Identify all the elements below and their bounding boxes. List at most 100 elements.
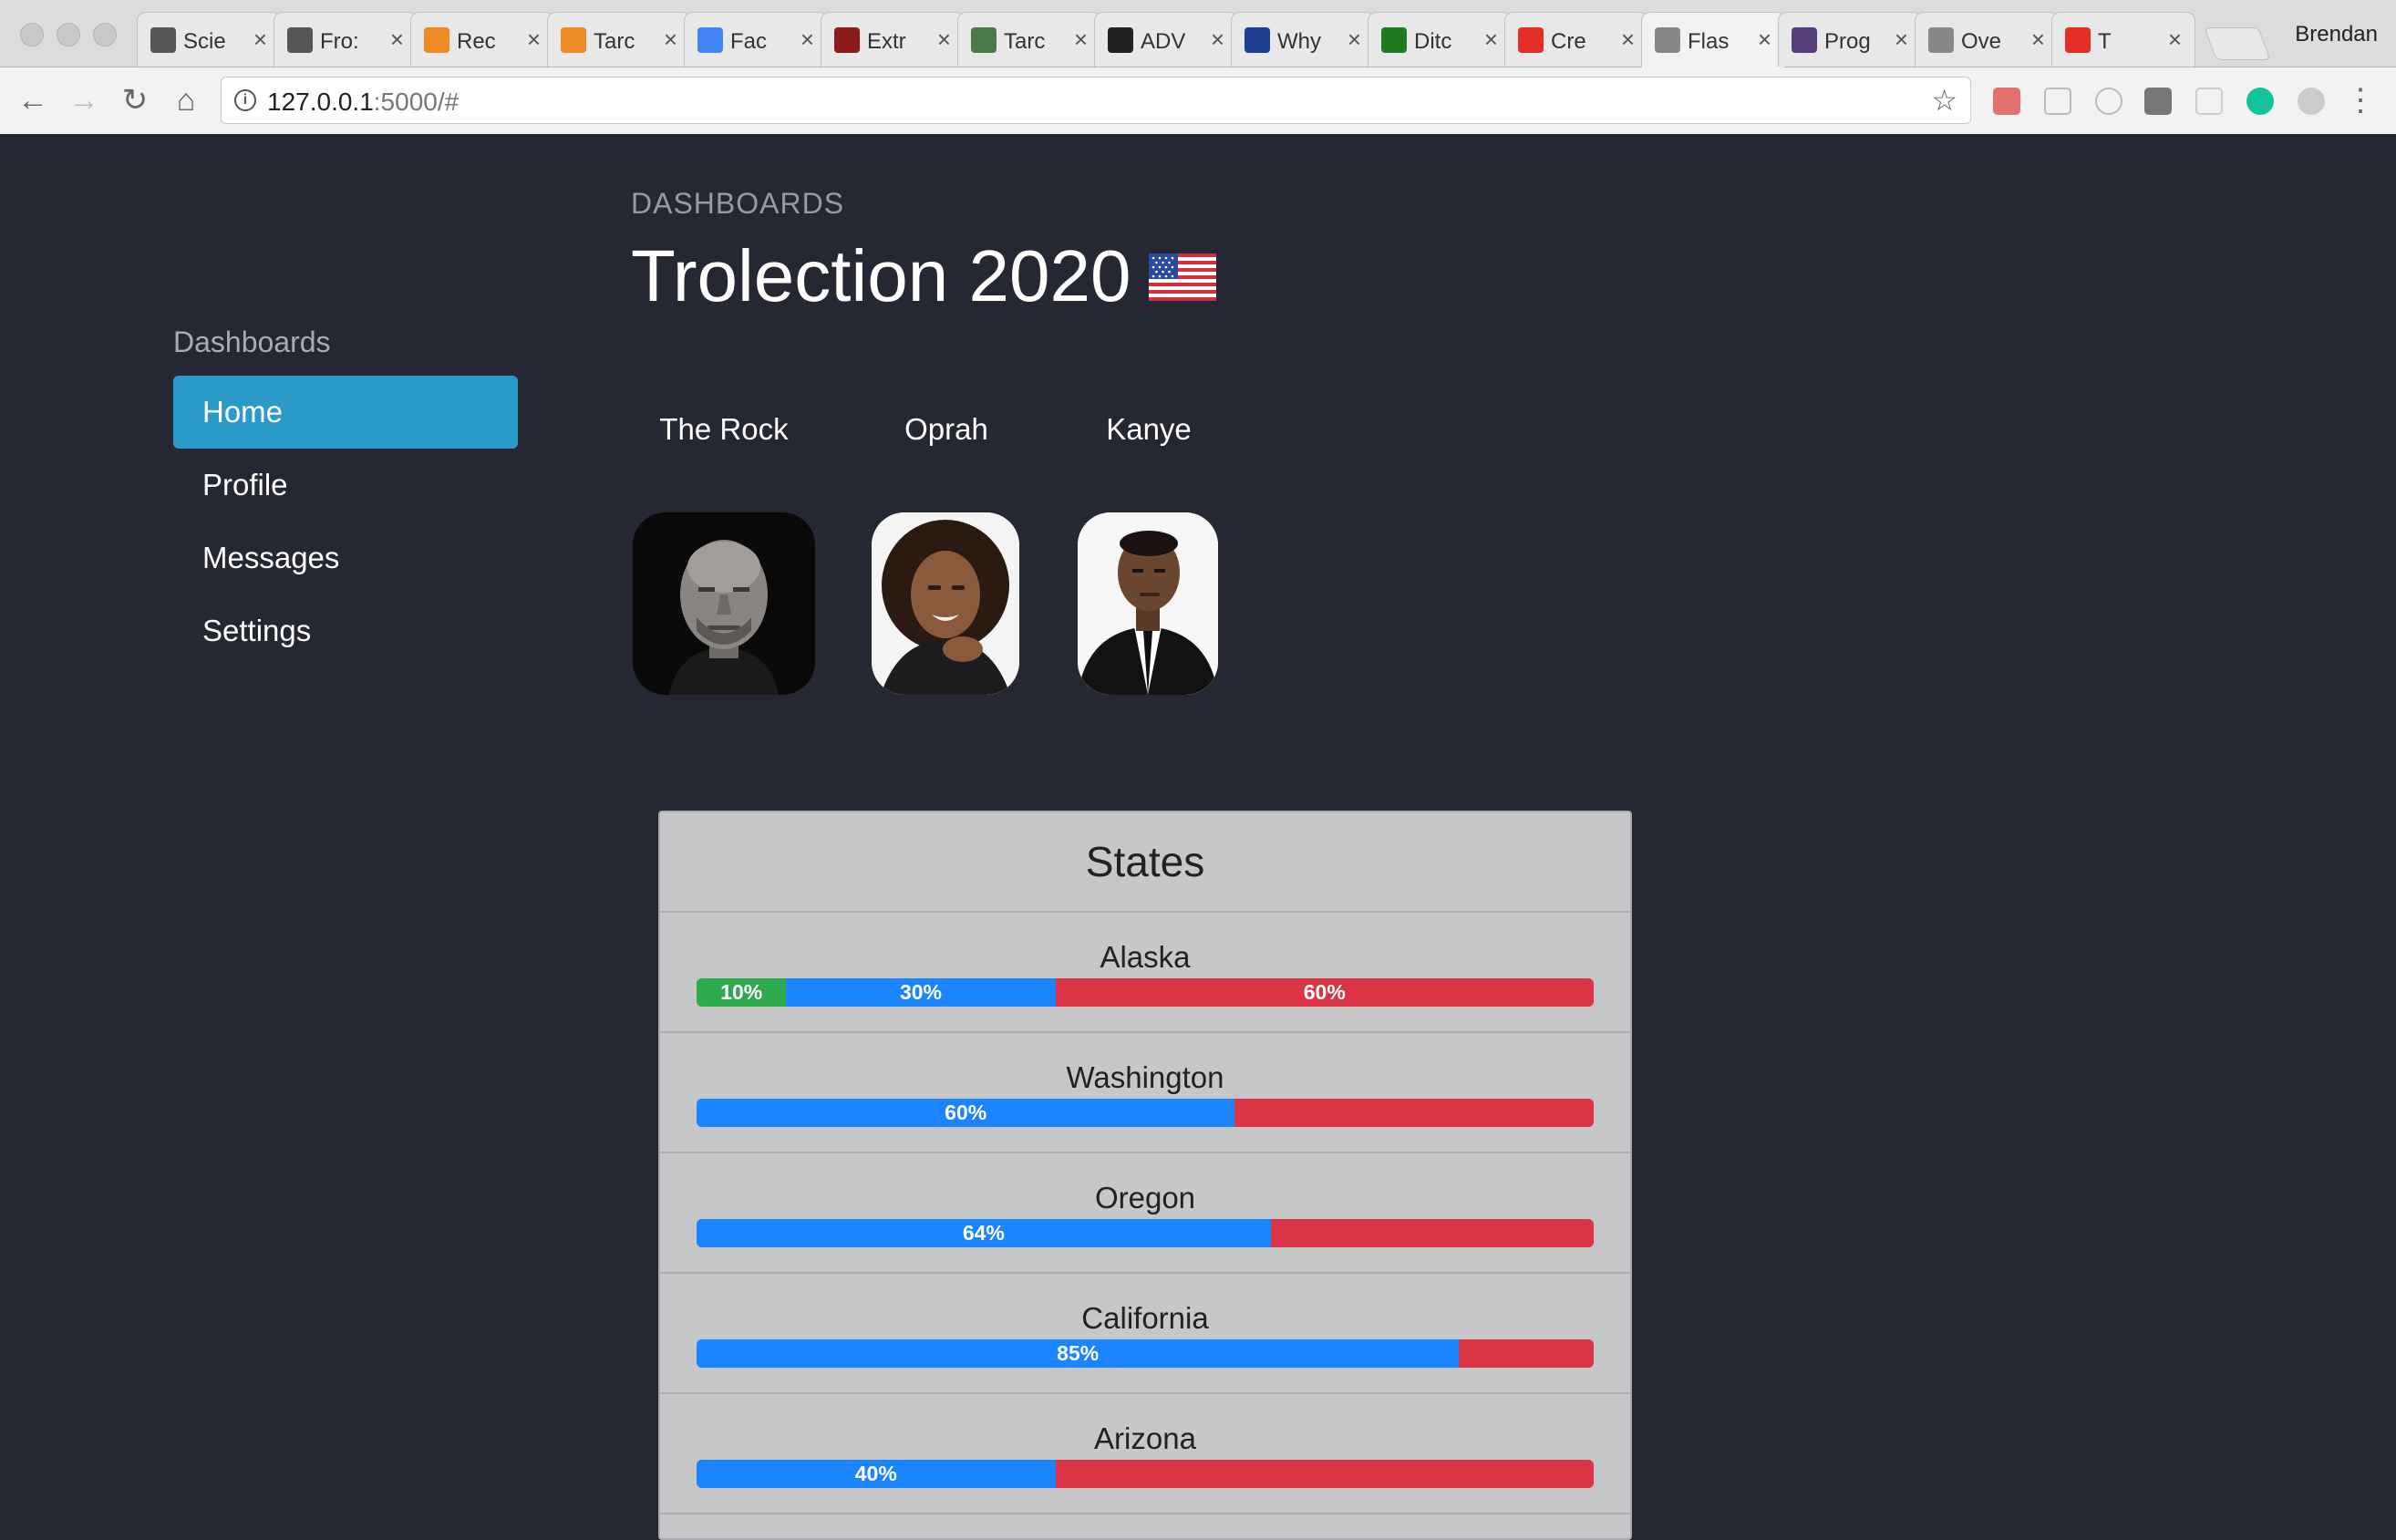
back-arrow-icon[interactable]: ← xyxy=(15,82,51,119)
progress-segment-blue: 85% xyxy=(697,1339,1460,1368)
state-row: Oregon 64% xyxy=(660,1153,1630,1274)
sidebar-item-home[interactable]: Home xyxy=(173,376,518,449)
page-title-text: Trolection 2020 xyxy=(631,235,1131,316)
state-name: California xyxy=(1081,1301,1209,1335)
tab-close-icon[interactable]: × xyxy=(1074,26,1088,54)
tab-close-icon[interactable]: × xyxy=(2168,26,2182,54)
state-progress-bar: 10% 30% 60% xyxy=(697,978,1594,1007)
tab-close-icon[interactable]: × xyxy=(527,26,541,54)
tab-close-icon[interactable]: × xyxy=(800,26,814,54)
state-name: Oregon xyxy=(1094,1181,1196,1214)
browser-tab-title: Rec xyxy=(457,29,496,54)
tab-close-icon[interactable]: × xyxy=(1348,26,1361,54)
browser-tab[interactable]: Extr × xyxy=(821,12,965,67)
browser-tab[interactable]: Prog × xyxy=(1778,12,1922,67)
browser-tab-title: Prog xyxy=(1824,29,1871,54)
browser-tab[interactable]: Cre × xyxy=(1504,12,1648,67)
tab-close-icon[interactable]: × xyxy=(253,26,267,54)
tab-close-icon[interactable]: × xyxy=(937,26,951,54)
state-row: Alaska 10% 30% 60% xyxy=(660,913,1630,1033)
state-row: Washington 60% xyxy=(660,1033,1630,1153)
browser-menu-icon[interactable]: ⋮ xyxy=(2345,82,2376,119)
grammarly-icon[interactable] xyxy=(2246,88,2274,115)
document-icon xyxy=(1655,27,1680,53)
browser-tab[interactable]: Rec × xyxy=(410,12,554,67)
browser-tab-title: Tarc xyxy=(594,29,635,54)
state-name: Alaska xyxy=(1100,940,1191,974)
bootstrap-icon xyxy=(1792,27,1817,53)
home-icon[interactable]: ⌂ xyxy=(168,82,204,119)
forward-arrow-icon[interactable]: → xyxy=(66,82,102,119)
browser-tab[interactable]: Why × xyxy=(1231,12,1375,67)
browser-tab-title: Scie xyxy=(183,29,226,54)
url-host: 127.0.0.1 xyxy=(267,88,374,116)
browser-tab[interactable]: Fro: × xyxy=(274,12,418,67)
extension-circle-icon[interactable] xyxy=(2095,88,2122,115)
breadcrumb: DASHBOARDS xyxy=(631,187,845,220)
browser-tab[interactable]: Scie × xyxy=(137,12,281,67)
state-progress-bar: 85% xyxy=(697,1339,1594,1368)
browser-tab-title: ADV xyxy=(1141,29,1186,54)
tab-close-icon[interactable]: × xyxy=(664,26,677,54)
page-title: Trolection 2020 xyxy=(631,234,1217,318)
browser-tab-title: Extr xyxy=(867,29,906,54)
window-close-button[interactable] xyxy=(20,23,44,47)
nasa-icon xyxy=(1244,27,1270,53)
tab-close-icon[interactable]: × xyxy=(390,26,404,54)
extension-discord-icon[interactable] xyxy=(2298,88,2325,115)
browser-tab[interactable]: Flas × xyxy=(1641,12,1785,67)
window-zoom-button[interactable] xyxy=(93,23,117,47)
progress-segment-red xyxy=(1234,1099,1594,1127)
browser-tab[interactable]: T × xyxy=(2051,12,2195,67)
candidate-photo-the-rock[interactable] xyxy=(633,512,815,695)
sidebar-item-settings[interactable]: Settings xyxy=(173,594,518,667)
progress-segment-green: 10% xyxy=(697,978,787,1007)
tab-close-icon[interactable]: × xyxy=(1484,26,1498,54)
states-card-title: States xyxy=(660,812,1630,913)
state-progress-bar: 40% xyxy=(697,1460,1594,1488)
info-icon[interactable]: i xyxy=(234,89,256,111)
browser-tab[interactable]: Tarc × xyxy=(957,12,1101,67)
progress-segment-blue: 30% xyxy=(786,978,1056,1007)
browser-tab[interactable]: Tarc × xyxy=(547,12,691,67)
extension-red-icon[interactable] xyxy=(1993,88,2020,115)
extension-chat-icon[interactable] xyxy=(2195,88,2223,115)
browser-tab-title: Ditc xyxy=(1414,29,1452,54)
tab-close-icon[interactable]: × xyxy=(1895,26,1908,54)
browser-tab[interactable]: Ove × xyxy=(1915,12,2059,67)
sidebar-item-label: Settings xyxy=(202,614,312,647)
state-name: Washington xyxy=(1066,1060,1224,1094)
new-tab-button[interactable] xyxy=(2204,27,2271,60)
tab-close-icon[interactable]: × xyxy=(1758,26,1771,54)
sidebar-item-profile[interactable]: Profile xyxy=(173,449,518,522)
state-progress-bar: 60% xyxy=(697,1099,1594,1127)
reload-icon[interactable]: ↻ xyxy=(117,82,153,119)
sidebar-item-label: Profile xyxy=(202,468,288,501)
progress-segment-blue: 64% xyxy=(697,1219,1271,1247)
url-text[interactable]: 127.0.0.1:5000/# xyxy=(267,88,459,117)
browser-tab[interactable]: ADV × xyxy=(1094,12,1238,67)
tab-close-icon[interactable]: × xyxy=(1621,26,1635,54)
extension-film-icon[interactable] xyxy=(2144,88,2172,115)
progress-segment-red xyxy=(1055,1460,1594,1488)
window-minimize-button[interactable] xyxy=(57,23,80,47)
candidate-photo-kanye[interactable] xyxy=(1078,512,1218,695)
letter-e-icon xyxy=(561,27,586,53)
browser-tab-title: T xyxy=(2098,29,2112,54)
extension-mail-icon[interactable] xyxy=(2044,88,2071,115)
candidate-photo-oprah[interactable] xyxy=(872,512,1019,695)
sidebar-item-messages[interactable]: Messages xyxy=(173,522,518,594)
folder-face-icon xyxy=(287,27,313,53)
paw-icon xyxy=(1108,27,1133,53)
bookmark-star-icon[interactable]: ☆ xyxy=(1931,83,1957,118)
browser-tab[interactable]: Fac × xyxy=(684,12,828,67)
document-icon xyxy=(1928,27,1954,53)
address-bar[interactable]: i 127.0.0.1:5000/# ☆ xyxy=(221,77,1971,124)
tab-close-icon[interactable]: × xyxy=(1211,26,1224,54)
tab-close-icon[interactable]: × xyxy=(2031,26,2045,54)
state-name: Arizona xyxy=(1094,1421,1196,1455)
youtube-icon xyxy=(2065,27,2091,53)
browser-tab[interactable]: Ditc × xyxy=(1368,12,1512,67)
candidate-name-oprah: Oprah xyxy=(904,412,988,446)
profile-name[interactable]: Brendan xyxy=(2295,22,2378,47)
